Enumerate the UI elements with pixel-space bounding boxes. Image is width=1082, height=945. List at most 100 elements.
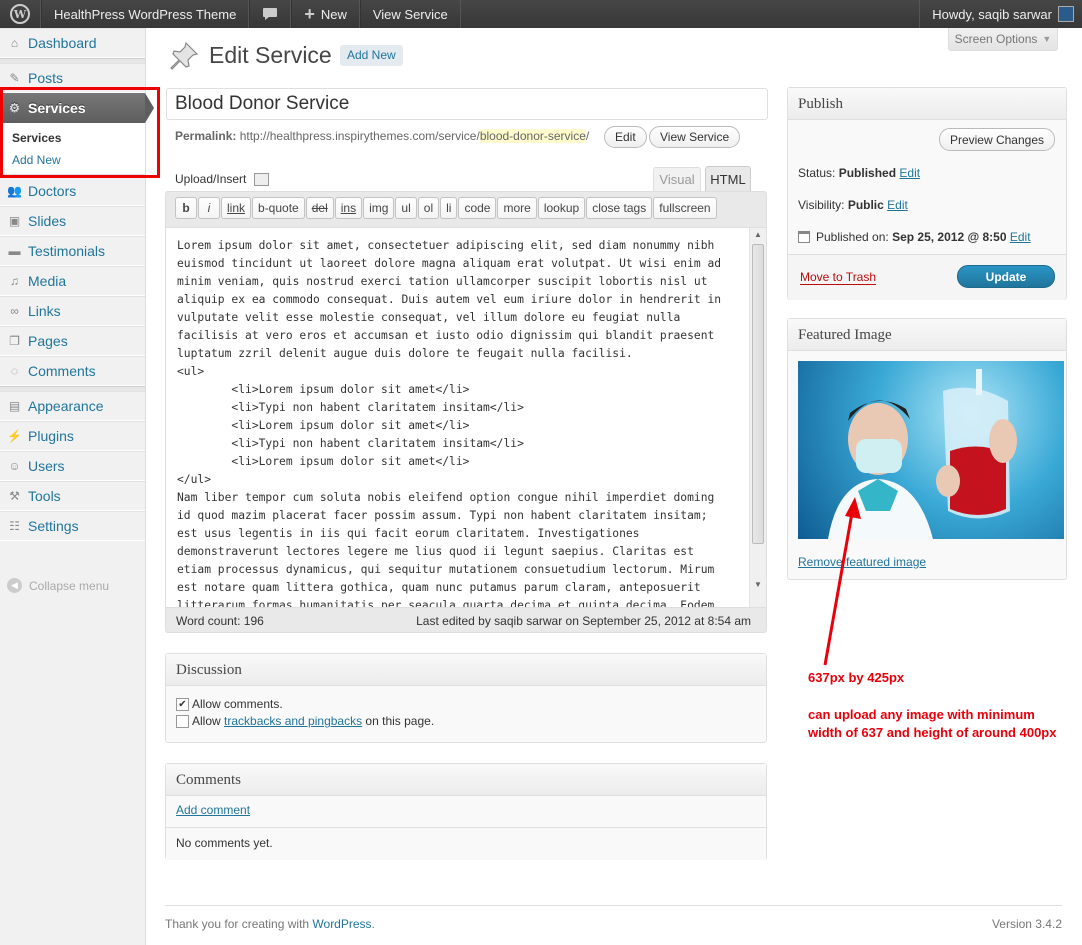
submenu-item-services[interactable]: Services <box>0 127 145 149</box>
permalink-edit-button[interactable]: Edit <box>604 126 647 148</box>
qt-bold-button[interactable]: b <box>175 197 197 219</box>
qt-li-button[interactable]: li <box>440 197 458 219</box>
sidebar-item-label: Pages <box>28 333 68 349</box>
sidebar-item-services[interactable]: ⚙ Services <box>0 93 154 123</box>
site-name: HealthPress WordPress Theme <box>54 6 237 22</box>
sidebar-item-label: Slides <box>28 213 67 229</box>
sidebar-item-media[interactable]: ♫ Media <box>0 266 145 296</box>
permalink-label: Permalink: <box>175 129 237 143</box>
sidebar-item-users[interactable]: ☺ Users <box>0 451 145 481</box>
visibility-edit-link[interactable]: Edit <box>887 198 908 212</box>
scroll-up-arrow-icon[interactable]: ▲ <box>750 228 766 242</box>
sidebar-item-plugins[interactable]: ⚡ Plugins <box>0 421 145 451</box>
howdy-text: Howdy, saqib sarwar <box>932 6 1052 22</box>
wordpress-logo-icon: W <box>10 4 30 24</box>
sidebar-item-label: Appearance <box>28 398 104 414</box>
qt-link-button[interactable]: link <box>221 197 252 219</box>
sidebar-item-settings[interactable]: ☷ Settings <box>0 511 145 541</box>
sidebar-item-dashboard[interactable]: ⌂ Dashboard <box>0 28 145 58</box>
qt-italic-button[interactable]: i <box>198 197 220 219</box>
sidebar-item-slides[interactable]: ▣ Slides <box>0 206 145 236</box>
post-title-text: Blood Donor Service <box>175 93 350 114</box>
status-row: Status: Published Edit <box>798 166 920 180</box>
submenu-item-add-new[interactable]: Add New <box>0 149 145 171</box>
sidebar-item-appearance[interactable]: ▤ Appearance <box>0 391 145 421</box>
qt-blockquote-button[interactable]: b-quote <box>252 197 305 219</box>
publish-title[interactable]: Publish <box>788 88 1066 120</box>
editor-scrollbar[interactable]: ▲ ▼ <box>749 228 766 607</box>
annotation-arrow <box>823 497 861 666</box>
discussion-title[interactable]: Discussion <box>166 654 766 686</box>
site-name-link[interactable]: HealthPress WordPress Theme <box>41 0 250 28</box>
qt-fullscreen-button[interactable]: fullscreen <box>653 197 717 219</box>
sidebar-item-pages[interactable]: ❐ Pages <box>0 326 145 356</box>
comment-icon: ▬ <box>8 244 21 258</box>
permalink-slug[interactable]: blood-donor-service <box>479 129 586 143</box>
sidebar-item-links[interactable]: ∞ Links <box>0 296 145 326</box>
admin-menu: ⌂ Dashboard ✎ Posts ⚙ Services Services Add… <box>0 28 154 945</box>
collapse-menu-button[interactable]: ◀ Collapse menu <box>7 578 109 593</box>
new-content-menu[interactable]: + New <box>291 0 360 28</box>
featured-image-title[interactable]: Featured Image <box>788 319 1066 351</box>
image-icon: ▣ <box>8 214 21 228</box>
add-comment-link[interactable]: Add comment <box>176 803 250 817</box>
sidebar-item-testimonials[interactable]: ▬ Testimonials <box>0 236 145 266</box>
sidebar-item-posts[interactable]: ✎ Posts <box>0 63 145 93</box>
visibility-value: Public <box>847 198 884 212</box>
sidebar-item-tools[interactable]: ⚒ Tools <box>0 481 145 511</box>
status-edit-link[interactable]: Edit <box>899 166 920 180</box>
qt-more-button[interactable]: more <box>497 197 537 219</box>
comments-box: Comments Add comment No comments yet. <box>165 763 767 860</box>
qt-ins-button[interactable]: ins <box>334 197 363 219</box>
footer-dot: . <box>371 917 375 931</box>
view-service-label: View Service <box>372 6 448 22</box>
allow-pings-checkbox[interactable] <box>176 715 189 729</box>
comments-link[interactable] <box>249 0 292 28</box>
qt-code-button[interactable]: code <box>458 197 497 219</box>
qt-ol-button[interactable]: ol <box>417 197 440 219</box>
content-textarea[interactable]: Lorem ipsum dolor sit amet, consectetuer… <box>166 227 766 608</box>
last-edited: Last edited by saqib sarwar on September… <box>416 614 751 628</box>
qt-ul-button[interactable]: ul <box>395 197 417 219</box>
pin-icon: ✎ <box>9 71 20 85</box>
allow-pings-row[interactable]: Allow trackbacks and pingbacks on this p… <box>176 714 435 729</box>
post-title-input[interactable]: Blood Donor Service <box>166 88 768 120</box>
update-button[interactable]: Update <box>957 265 1055 288</box>
tab-html[interactable]: HTML <box>705 166 751 192</box>
appearance-icon: ▤ <box>8 399 21 413</box>
wp-logo-menu[interactable]: W <box>0 0 41 28</box>
sidebar-item-label: Comments <box>28 363 96 379</box>
my-account-menu[interactable]: Howdy, saqib sarwar <box>919 0 1082 28</box>
scroll-down-arrow-icon[interactable]: ▼ <box>750 580 766 589</box>
status-value: Published <box>838 166 897 180</box>
published-edit-link[interactable]: Edit <box>1010 230 1031 244</box>
trackbacks-link[interactable]: trackbacks and pingbacks <box>224 714 362 728</box>
visibility-row: Visibility: Public Edit <box>798 198 908 212</box>
media-icon: ♫ <box>10 274 19 288</box>
comments-title[interactable]: Comments <box>166 764 766 796</box>
qt-lookup-button[interactable]: lookup <box>537 197 586 219</box>
scroll-thumb[interactable] <box>752 244 764 544</box>
allow-comments-checkbox[interactable]: ✔ <box>176 698 189 712</box>
preview-changes-button[interactable]: Preview Changes <box>938 128 1055 151</box>
sidebar-item-comments[interactable]: ◌ Comments <box>0 356 145 386</box>
screen-options-label: Screen Options <box>954 32 1038 46</box>
quicktags-toolbar: b i link b-quote del ins img ul ol li co… <box>175 197 718 219</box>
wordpress-link[interactable]: WordPress <box>312 917 371 931</box>
allow-pings-suffix: on this page. <box>362 714 435 728</box>
qt-close-tags-button[interactable]: close tags <box>586 197 653 219</box>
screen-options-button[interactable]: Screen Options ▼ <box>948 28 1058 51</box>
sidebar-item-doctors[interactable]: 👥 Doctors <box>0 176 145 206</box>
allow-comments-label: Allow comments. <box>192 697 283 711</box>
tab-visual[interactable]: Visual <box>653 167 701 191</box>
add-media-icon[interactable] <box>254 172 270 186</box>
add-new-button[interactable]: Add New <box>340 45 403 66</box>
view-service-button[interactable]: View Service <box>649 126 741 148</box>
view-service-link[interactable]: View Service <box>359 0 461 28</box>
upload-insert[interactable]: Upload/Insert <box>175 172 270 186</box>
collapse-arrow-icon: ◀ <box>7 578 22 593</box>
qt-img-button[interactable]: img <box>363 197 395 219</box>
qt-del-button[interactable]: del <box>305 197 334 219</box>
allow-comments-row[interactable]: ✔ Allow comments. <box>176 697 283 712</box>
move-to-trash-link[interactable]: Move to Trash <box>800 270 877 285</box>
